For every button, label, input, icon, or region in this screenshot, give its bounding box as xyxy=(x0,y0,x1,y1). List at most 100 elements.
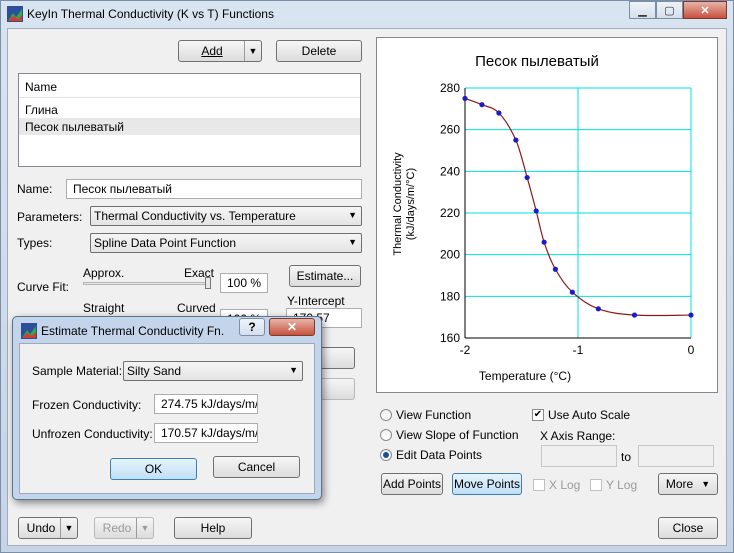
radio-selected-icon xyxy=(380,449,392,461)
data-point xyxy=(541,239,547,245)
data-point xyxy=(462,95,468,102)
sample-material-select[interactable]: Silty Sand ▼ xyxy=(123,361,303,381)
unfrozen-conductivity-label: Unfrozen Conductivity: xyxy=(32,427,153,441)
auto-scale-checkbox[interactable]: ✔ Use Auto Scale xyxy=(532,408,630,422)
data-point xyxy=(688,312,694,318)
name-label: Name: xyxy=(17,182,53,196)
cancel-button[interactable]: Cancel xyxy=(213,456,300,478)
parameters-label: Parameters: xyxy=(17,210,83,224)
y-axis-label-line: (kJ/days/m/°C) xyxy=(405,168,417,240)
checkmark-icon: ✔ xyxy=(532,409,544,421)
more-button[interactable]: More ▼ xyxy=(658,473,718,495)
straight-label: Straight xyxy=(83,301,125,315)
y-tick-label: 160 xyxy=(440,331,460,345)
undo-button[interactable]: Undo ▼ xyxy=(18,517,78,539)
y-tick-label: 240 xyxy=(440,164,460,178)
edit-points-label: Edit Data Points xyxy=(396,448,483,462)
x-range-max-field[interactable] xyxy=(638,445,714,467)
view-function-label: View Function xyxy=(396,408,472,422)
window-title: KeyIn Thermal Conductivity (K vs T) Func… xyxy=(27,7,274,21)
help-button[interactable]: Help xyxy=(174,517,252,539)
parameters-value: Thermal Conductivity vs. Temperature xyxy=(94,209,296,223)
estimate-dialog: Estimate Thermal Conductivity Fn. ? ✕ Sa… xyxy=(12,316,322,500)
undo-label: Undo xyxy=(26,521,56,535)
slider-thumb[interactable] xyxy=(205,277,211,289)
data-point xyxy=(595,306,601,312)
auto-scale-label: Use Auto Scale xyxy=(548,408,631,422)
data-point xyxy=(513,137,519,143)
redo-button: Redo ▼ xyxy=(94,517,154,539)
y-axis-label-line: Thermal Conductivity xyxy=(392,152,404,256)
close-button[interactable]: Close xyxy=(658,517,718,539)
view-function-radio[interactable]: View Function xyxy=(380,408,471,422)
dropdown-arrow-icon: ▼ xyxy=(348,237,357,247)
sample-material-label: Sample Material: xyxy=(32,364,123,378)
ok-button[interactable]: OK xyxy=(110,458,197,480)
y-tick-label: 280 xyxy=(440,81,460,95)
chart-title: Песок пылеватый xyxy=(475,53,599,70)
unfrozen-conductivity-field[interactable]: 170.57 kJ/days/m/° xyxy=(154,423,258,443)
function-list: Name Глина Песок пылеватый xyxy=(18,73,361,167)
add-button[interactable]: Add ▼ xyxy=(178,40,262,62)
data-point xyxy=(524,174,530,181)
edit-points-radio[interactable]: Edit Data Points xyxy=(380,448,482,462)
list-item[interactable]: Глина xyxy=(19,101,360,118)
chevron-down-icon[interactable]: ▼ xyxy=(60,518,77,538)
dialog-title: Estimate Thermal Conductivity Fn. xyxy=(41,324,225,338)
y-tick-label: 220 xyxy=(440,206,460,220)
x-log-label: X Log xyxy=(549,478,581,492)
plot-area: 160 180 200 220 240 260 280 -2 -1 0 xyxy=(440,81,695,357)
chart-svg: Песок пылеватый Temperature (°C) Thermal… xyxy=(392,53,695,383)
x-axis-range-label: X Axis Range: xyxy=(540,429,616,443)
dialog-client: Sample Material: Silty Sand ▼ Frozen Con… xyxy=(19,343,315,494)
data-point xyxy=(479,102,485,108)
list-header[interactable]: Name xyxy=(19,74,360,98)
data-point xyxy=(552,266,558,272)
x-log-checkbox[interactable]: X Log xyxy=(533,478,580,492)
x-tick-label: -1 xyxy=(573,343,584,357)
add-button-label: Add xyxy=(201,44,223,58)
redo-label: Redo xyxy=(102,521,132,535)
dropdown-arrow-icon: ▼ xyxy=(348,210,357,220)
minimize-icon[interactable]: ▁ xyxy=(629,1,656,19)
app-icon xyxy=(21,323,37,339)
y-tick-label: 260 xyxy=(440,123,460,137)
more-label: More xyxy=(665,477,694,491)
estimate-button[interactable]: Estimate... xyxy=(289,265,361,287)
view-slope-radio[interactable]: View Slope of Function xyxy=(380,428,519,442)
list-item[interactable]: Песок пылеватый xyxy=(19,118,360,135)
maximize-icon[interactable]: ▢ xyxy=(656,1,683,19)
help-icon[interactable]: ? xyxy=(239,318,265,336)
add-points-button[interactable]: Add Points xyxy=(381,473,443,495)
frozen-conductivity-label: Frozen Conductivity: xyxy=(32,398,142,412)
y-log-label: Y Log xyxy=(606,478,638,492)
data-point xyxy=(496,110,502,116)
curve-fit-label: Curve Fit: xyxy=(17,280,70,294)
data-point xyxy=(533,208,539,214)
types-label: Types: xyxy=(17,236,53,250)
x-tick-label: 0 xyxy=(688,343,695,357)
types-select[interactable]: Spline Data Point Function ▼ xyxy=(90,233,362,253)
title-bar: KeyIn Thermal Conductivity (K vs T) Func… xyxy=(1,1,733,27)
close-icon[interactable]: ✕ xyxy=(269,318,315,336)
data-point xyxy=(631,312,638,318)
y-log-checkbox[interactable]: Y Log xyxy=(590,478,637,492)
x-range-min-field[interactable] xyxy=(541,445,617,467)
y-tick-label: 200 xyxy=(440,248,460,262)
curve-fit-slider[interactable] xyxy=(83,282,211,285)
close-icon[interactable]: ✕ xyxy=(683,1,727,19)
parameters-select[interactable]: Thermal Conductivity vs. Temperature ▼ xyxy=(90,206,362,226)
frozen-conductivity-field[interactable]: 274.75 kJ/days/m/° xyxy=(154,394,258,414)
y-intercept-label: Y-Intercept xyxy=(287,294,345,308)
delete-button[interactable]: Delete xyxy=(276,40,362,62)
x-tick-label: -2 xyxy=(460,343,471,357)
chevron-down-icon: ▼ xyxy=(136,518,153,538)
name-field[interactable]: Песок пылеватый xyxy=(66,179,362,199)
sample-material-value: Silty Sand xyxy=(127,364,182,378)
chevron-down-icon[interactable]: ▼ xyxy=(244,41,261,61)
chart-panel[interactable]: Песок пылеватый Temperature (°C) Thermal… xyxy=(376,37,718,393)
curve-fit-value[interactable]: 100 % xyxy=(220,273,268,293)
move-points-button[interactable]: Move Points xyxy=(452,473,522,495)
curved-label: Curved xyxy=(177,301,216,315)
checkbox-icon xyxy=(533,479,545,491)
